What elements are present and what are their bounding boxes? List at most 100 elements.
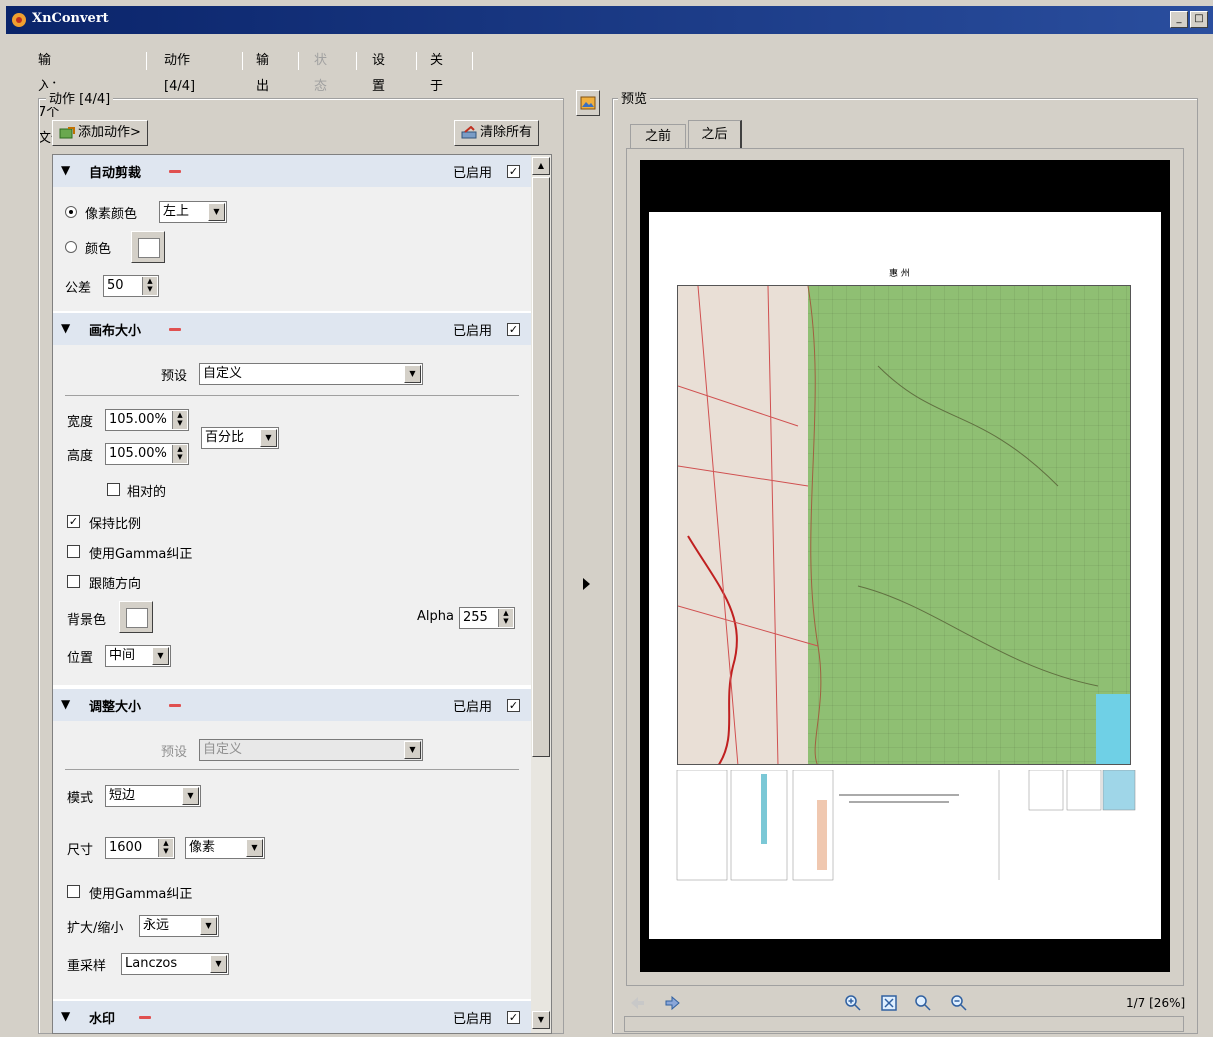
select-value: Lanczos: [125, 956, 178, 971]
select-value: 短边: [109, 788, 136, 803]
pixel-color-select[interactable]: 左上 ▼: [159, 201, 227, 223]
section-header-resize[interactable]: ▼ 调整大小 已启用 ✓: [53, 689, 531, 721]
scroll-up-icon[interactable]: ▲: [532, 157, 550, 175]
remove-action-icon[interactable]: [169, 328, 181, 331]
tab-separator: [416, 52, 417, 70]
preview-group-title: 预览: [618, 88, 651, 107]
collapse-triangle-icon[interactable]: ▼: [61, 697, 70, 711]
tab-settings[interactable]: 设置: [364, 48, 393, 94]
enabled-label: 已启用: [453, 324, 493, 339]
spin-value: 50: [107, 278, 124, 293]
alpha-spinbox[interactable]: 255 ▲ ▼: [459, 607, 515, 629]
tab-status[interactable]: 状态: [306, 48, 335, 94]
pixel-color-radio[interactable]: [65, 206, 77, 218]
tab-actions[interactable]: 动作 [4/4]: [156, 48, 204, 94]
enabled-label: 已启用: [453, 1012, 493, 1027]
enabled-checkbox[interactable]: ✓: [507, 1011, 520, 1024]
keep-ratio-checkbox[interactable]: ✓: [67, 515, 80, 528]
remove-action-icon[interactable]: [169, 704, 181, 707]
spin-value: 255: [463, 610, 488, 625]
topographic-map-image: [677, 285, 1131, 765]
spin-arrows-icon[interactable]: ▲ ▼: [172, 445, 187, 463]
tab-output[interactable]: 输出: [248, 48, 277, 94]
mode-select[interactable]: 短边 ▼: [105, 785, 201, 807]
size-unit-select[interactable]: 像素 ▼: [185, 837, 265, 859]
dropdown-arrow-icon: ▼: [404, 741, 421, 759]
spin-arrows-icon[interactable]: ▲ ▼: [142, 277, 157, 295]
preview-canvas[interactable]: 惠 州: [640, 160, 1170, 972]
spin-arrows-icon[interactable]: ▲ ▼: [498, 609, 513, 627]
resample-label: 重采样: [67, 959, 107, 974]
mode-label: 模式: [67, 791, 94, 806]
remove-action-icon[interactable]: [169, 170, 181, 173]
next-image-icon[interactable]: [664, 994, 682, 1012]
preview-tab-after[interactable]: 之后: [688, 120, 742, 148]
resize-preset-select[interactable]: 自定义 ▼: [199, 739, 423, 761]
spin-arrows-icon[interactable]: ▲ ▼: [158, 839, 173, 857]
collapse-arrow-icon[interactable]: [583, 578, 590, 590]
clear-all-button[interactable]: 清除所有: [454, 120, 540, 146]
add-action-button[interactable]: 添加动作>: [52, 120, 148, 146]
tab-separator: [472, 52, 473, 70]
color-picker-button[interactable]: [131, 231, 165, 263]
height-spinbox[interactable]: 105.00% ▲ ▼: [105, 443, 189, 465]
fit-window-icon[interactable]: [880, 994, 898, 1012]
preview-tab-before[interactable]: 之前: [630, 124, 686, 148]
preview-page: 惠 州: [649, 212, 1161, 939]
scroll-down-icon[interactable]: ▼: [532, 1011, 550, 1029]
bgcolor-picker-button[interactable]: [119, 601, 153, 633]
maximize-button[interactable]: □: [1190, 11, 1208, 28]
map-legend-image: [676, 770, 1136, 881]
section-title: 调整大小: [89, 700, 142, 715]
enabled-checkbox[interactable]: ✓: [507, 323, 520, 336]
select-value: 百分比: [205, 430, 245, 445]
zoom-in-icon[interactable]: [844, 994, 862, 1012]
gamma-checkbox[interactable]: [67, 545, 80, 558]
dropdown-arrow-icon: ▼: [152, 647, 169, 665]
resample-select[interactable]: Lanczos ▼: [121, 953, 229, 975]
preview-toggle-button[interactable]: [576, 90, 600, 116]
collapse-triangle-icon[interactable]: ▼: [61, 163, 70, 177]
follow-orientation-checkbox[interactable]: [67, 575, 80, 588]
dropdown-arrow-icon: ▼: [200, 917, 217, 935]
preset-label: 预设: [161, 369, 188, 384]
remove-action-icon[interactable]: [139, 1016, 151, 1019]
spin-arrows-icon[interactable]: ▲ ▼: [172, 411, 187, 429]
color-radio[interactable]: [65, 241, 77, 253]
title-bar: XnConvert _ □: [6, 6, 1213, 34]
enlarge-select[interactable]: 永远 ▼: [139, 915, 219, 937]
preview-image-icon: [580, 96, 596, 110]
enabled-checkbox[interactable]: ✓: [507, 165, 520, 178]
gamma-checkbox[interactable]: [67, 885, 80, 898]
enabled-checkbox[interactable]: ✓: [507, 699, 520, 712]
clear-all-icon: [461, 125, 477, 138]
bgcolor-label: 背景色: [67, 613, 107, 628]
unit-select[interactable]: 百分比 ▼: [201, 427, 279, 449]
tab-about[interactable]: 关于: [422, 48, 451, 94]
select-value: 像素: [189, 840, 216, 855]
divider: [65, 769, 519, 770]
actions-scrollbar[interactable]: ▲ ▼: [531, 155, 551, 1033]
tolerance-spinbox[interactable]: 50 ▲ ▼: [103, 275, 159, 297]
collapse-triangle-icon[interactable]: ▼: [61, 1009, 70, 1023]
scrollbar-thumb[interactable]: [532, 177, 550, 757]
collapse-triangle-icon[interactable]: ▼: [61, 321, 70, 335]
section-body-autocrop: 像素颜色 左上 ▼ 颜色 公差 50 ▲ ▼: [53, 187, 531, 311]
width-spinbox[interactable]: 105.00% ▲ ▼: [105, 409, 189, 431]
position-select[interactable]: 中间 ▼: [105, 645, 171, 667]
relative-checkbox[interactable]: [107, 483, 120, 496]
size-spinbox[interactable]: 1600 ▲ ▼: [105, 837, 175, 859]
dropdown-arrow-icon: ▼: [208, 203, 225, 221]
spin-value: 105.00%: [109, 446, 167, 461]
section-title: 自动剪裁: [89, 166, 142, 181]
width-label: 宽度: [67, 415, 94, 430]
canvas-preset-select[interactable]: 自定义 ▼: [199, 363, 423, 385]
zoom-out-icon[interactable]: [950, 994, 968, 1012]
actual-size-icon[interactable]: [914, 994, 932, 1012]
tab-input[interactable]: 输入：7个文件: [30, 48, 72, 146]
section-header-autocrop[interactable]: ▼ 自动剪裁 已启用 ✓: [53, 155, 531, 187]
previous-image-icon[interactable]: [628, 994, 646, 1012]
section-header-watermark[interactable]: ▼ 水印 已启用 ✓: [53, 1001, 531, 1033]
section-header-canvas[interactable]: ▼ 画布大小 已启用 ✓: [53, 313, 531, 345]
minimize-button[interactable]: _: [1170, 11, 1188, 28]
